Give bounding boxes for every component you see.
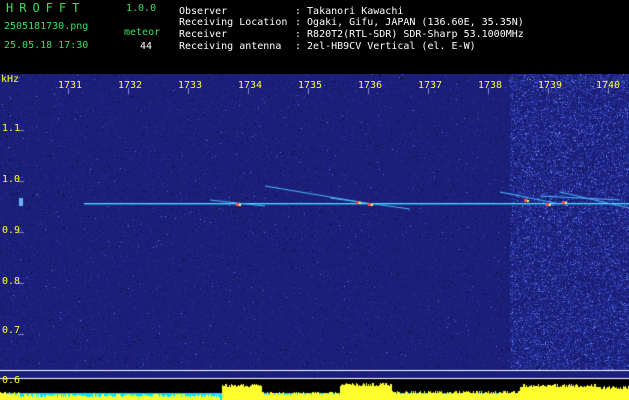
meteor-count: 44 <box>140 41 153 52</box>
x-tick-label: 1738 <box>478 80 503 91</box>
file-name: 2505181730.png <box>4 21 89 32</box>
x-tick-label: 1731 <box>58 80 83 91</box>
info-receiver-value: : R820T2(RTL-SDR) SDR-Sharp 53.1000MHz <box>295 29 524 40</box>
app-title: HROFFT <box>6 1 86 15</box>
x-tick-label: 1736 <box>358 80 383 91</box>
y-tick-label: 0.6 <box>2 375 21 386</box>
info-location-value: : Ogaki, Gifu, JAPAN (136.60E, 35.35N) <box>295 17 524 28</box>
y-tick-label: 1.1 <box>2 123 21 134</box>
file-datetime: 25.05.18 17:30 <box>4 40 89 51</box>
x-tick-label: 1735 <box>298 80 323 91</box>
meteor-label: meteor <box>124 27 161 38</box>
y-tick-label: 0.7 <box>2 325 21 336</box>
y-tick-label: 0.9 <box>2 225 21 236</box>
x-tick-label: 1740 <box>596 80 621 91</box>
info-antenna-label: Receiving antenna <box>179 41 282 52</box>
spectrogram-canvas <box>0 74 629 400</box>
y-tick-label: 0.8 <box>2 276 21 287</box>
info-antenna-value: : 2el-HB9CV Vertical (el. E-W) <box>295 41 476 52</box>
x-tick-label: 1739 <box>538 80 563 91</box>
y-tick-label: 1.0 <box>2 174 21 185</box>
info-receiver-label: Receiver <box>179 29 228 40</box>
x-tick-label: 1734 <box>238 80 263 91</box>
axis-unit-label: kHz <box>1 74 20 85</box>
header-panel: HROFFT 1.0.0 2505181730.png 25.05.18 17:… <box>0 0 629 74</box>
info-location-label: Receiving Location <box>179 17 288 28</box>
x-tick-label: 1733 <box>178 80 203 91</box>
x-tick-label: 1732 <box>118 80 143 91</box>
app-version: 1.0.0 <box>126 3 157 14</box>
x-tick-label: 1737 <box>418 80 443 91</box>
